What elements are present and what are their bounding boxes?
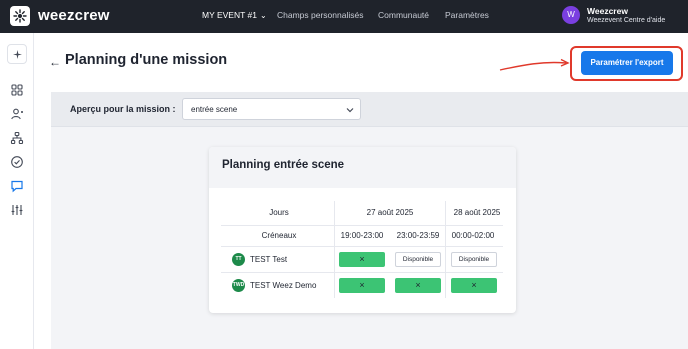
users-icon[interactable] [10, 107, 24, 121]
user-avatar[interactable]: W [562, 6, 580, 24]
planning-card-header: Planning entrée scene [209, 147, 516, 188]
assigned-slot[interactable]: × [451, 278, 497, 293]
mission-select-value: entrée scene [191, 105, 238, 114]
back-arrow-icon[interactable]: ← [49, 55, 61, 69]
chevron-down-icon: ⌄ [259, 11, 267, 20]
person-avatar: TWD [232, 279, 245, 292]
slot-header: 19:00-23:00 [340, 231, 384, 240]
nav-settings[interactable]: Paramètres [445, 10, 489, 20]
assigned-slot[interactable]: × [339, 252, 385, 267]
person-name[interactable]: TEST Test [250, 255, 287, 264]
brand-name[interactable]: weezcrew [38, 7, 110, 24]
event-selector-label: MY EVENT #1 [202, 10, 257, 20]
assigned-slot[interactable]: × [339, 278, 385, 293]
grid-divider [221, 246, 503, 247]
top-navigation-bar: weezcrew MY EVENT #1 ⌄ Champs personnalis… [0, 0, 688, 33]
org-chart-icon[interactable] [10, 131, 24, 145]
assigned-slot[interactable]: × [395, 278, 441, 293]
grid-divider [445, 201, 446, 298]
user-name[interactable]: Weezcrew [587, 6, 628, 16]
grid-divider [221, 225, 503, 226]
chat-icon[interactable] [10, 179, 24, 193]
slot-header: 00:00-02:00 [451, 231, 495, 240]
date-header: 28 août 2025 [453, 208, 501, 217]
sliders-icon[interactable] [10, 203, 24, 217]
sidebar [0, 33, 34, 349]
person-avatar: TT [232, 253, 245, 266]
nav-custom-fields[interactable]: Champs personnalisés [277, 10, 363, 20]
slots-header: Créneaux [261, 231, 297, 240]
mission-filter-label: Aperçu pour la mission : [70, 104, 176, 114]
planning-card: Planning entrée scene Jours 27 août 2025… [209, 147, 516, 313]
weezcrew-logo-icon[interactable] [10, 6, 30, 26]
chevron-down-icon [346, 108, 354, 113]
planning-title: Planning entrée scene [222, 159, 345, 171]
check-circle-icon[interactable] [10, 155, 24, 169]
slot-header: 23:00-23:59 [396, 231, 440, 240]
available-slot[interactable]: Disponible [395, 252, 441, 267]
person-name[interactable]: TEST Weez Demo [250, 281, 316, 290]
event-selector[interactable]: MY EVENT #1 ⌄ [202, 10, 267, 20]
dashboard-icon[interactable] [10, 83, 24, 97]
date-header: 27 août 2025 [366, 208, 414, 217]
grid-divider [334, 201, 335, 298]
mission-select[interactable]: entrée scene [182, 98, 361, 120]
page-title: Planning d'une mission [65, 52, 228, 68]
nav-community[interactable]: Communauté [378, 10, 429, 20]
annotation-arrow-icon [499, 58, 570, 71]
user-organization: Weezevent Centre d'aide [587, 17, 666, 24]
configure-export-button[interactable]: Paramétrer l'export [581, 51, 673, 75]
sparkle-icon[interactable] [7, 44, 27, 64]
grid-divider [221, 272, 503, 273]
days-header: Jours [269, 208, 289, 217]
available-slot[interactable]: Disponible [451, 252, 497, 267]
